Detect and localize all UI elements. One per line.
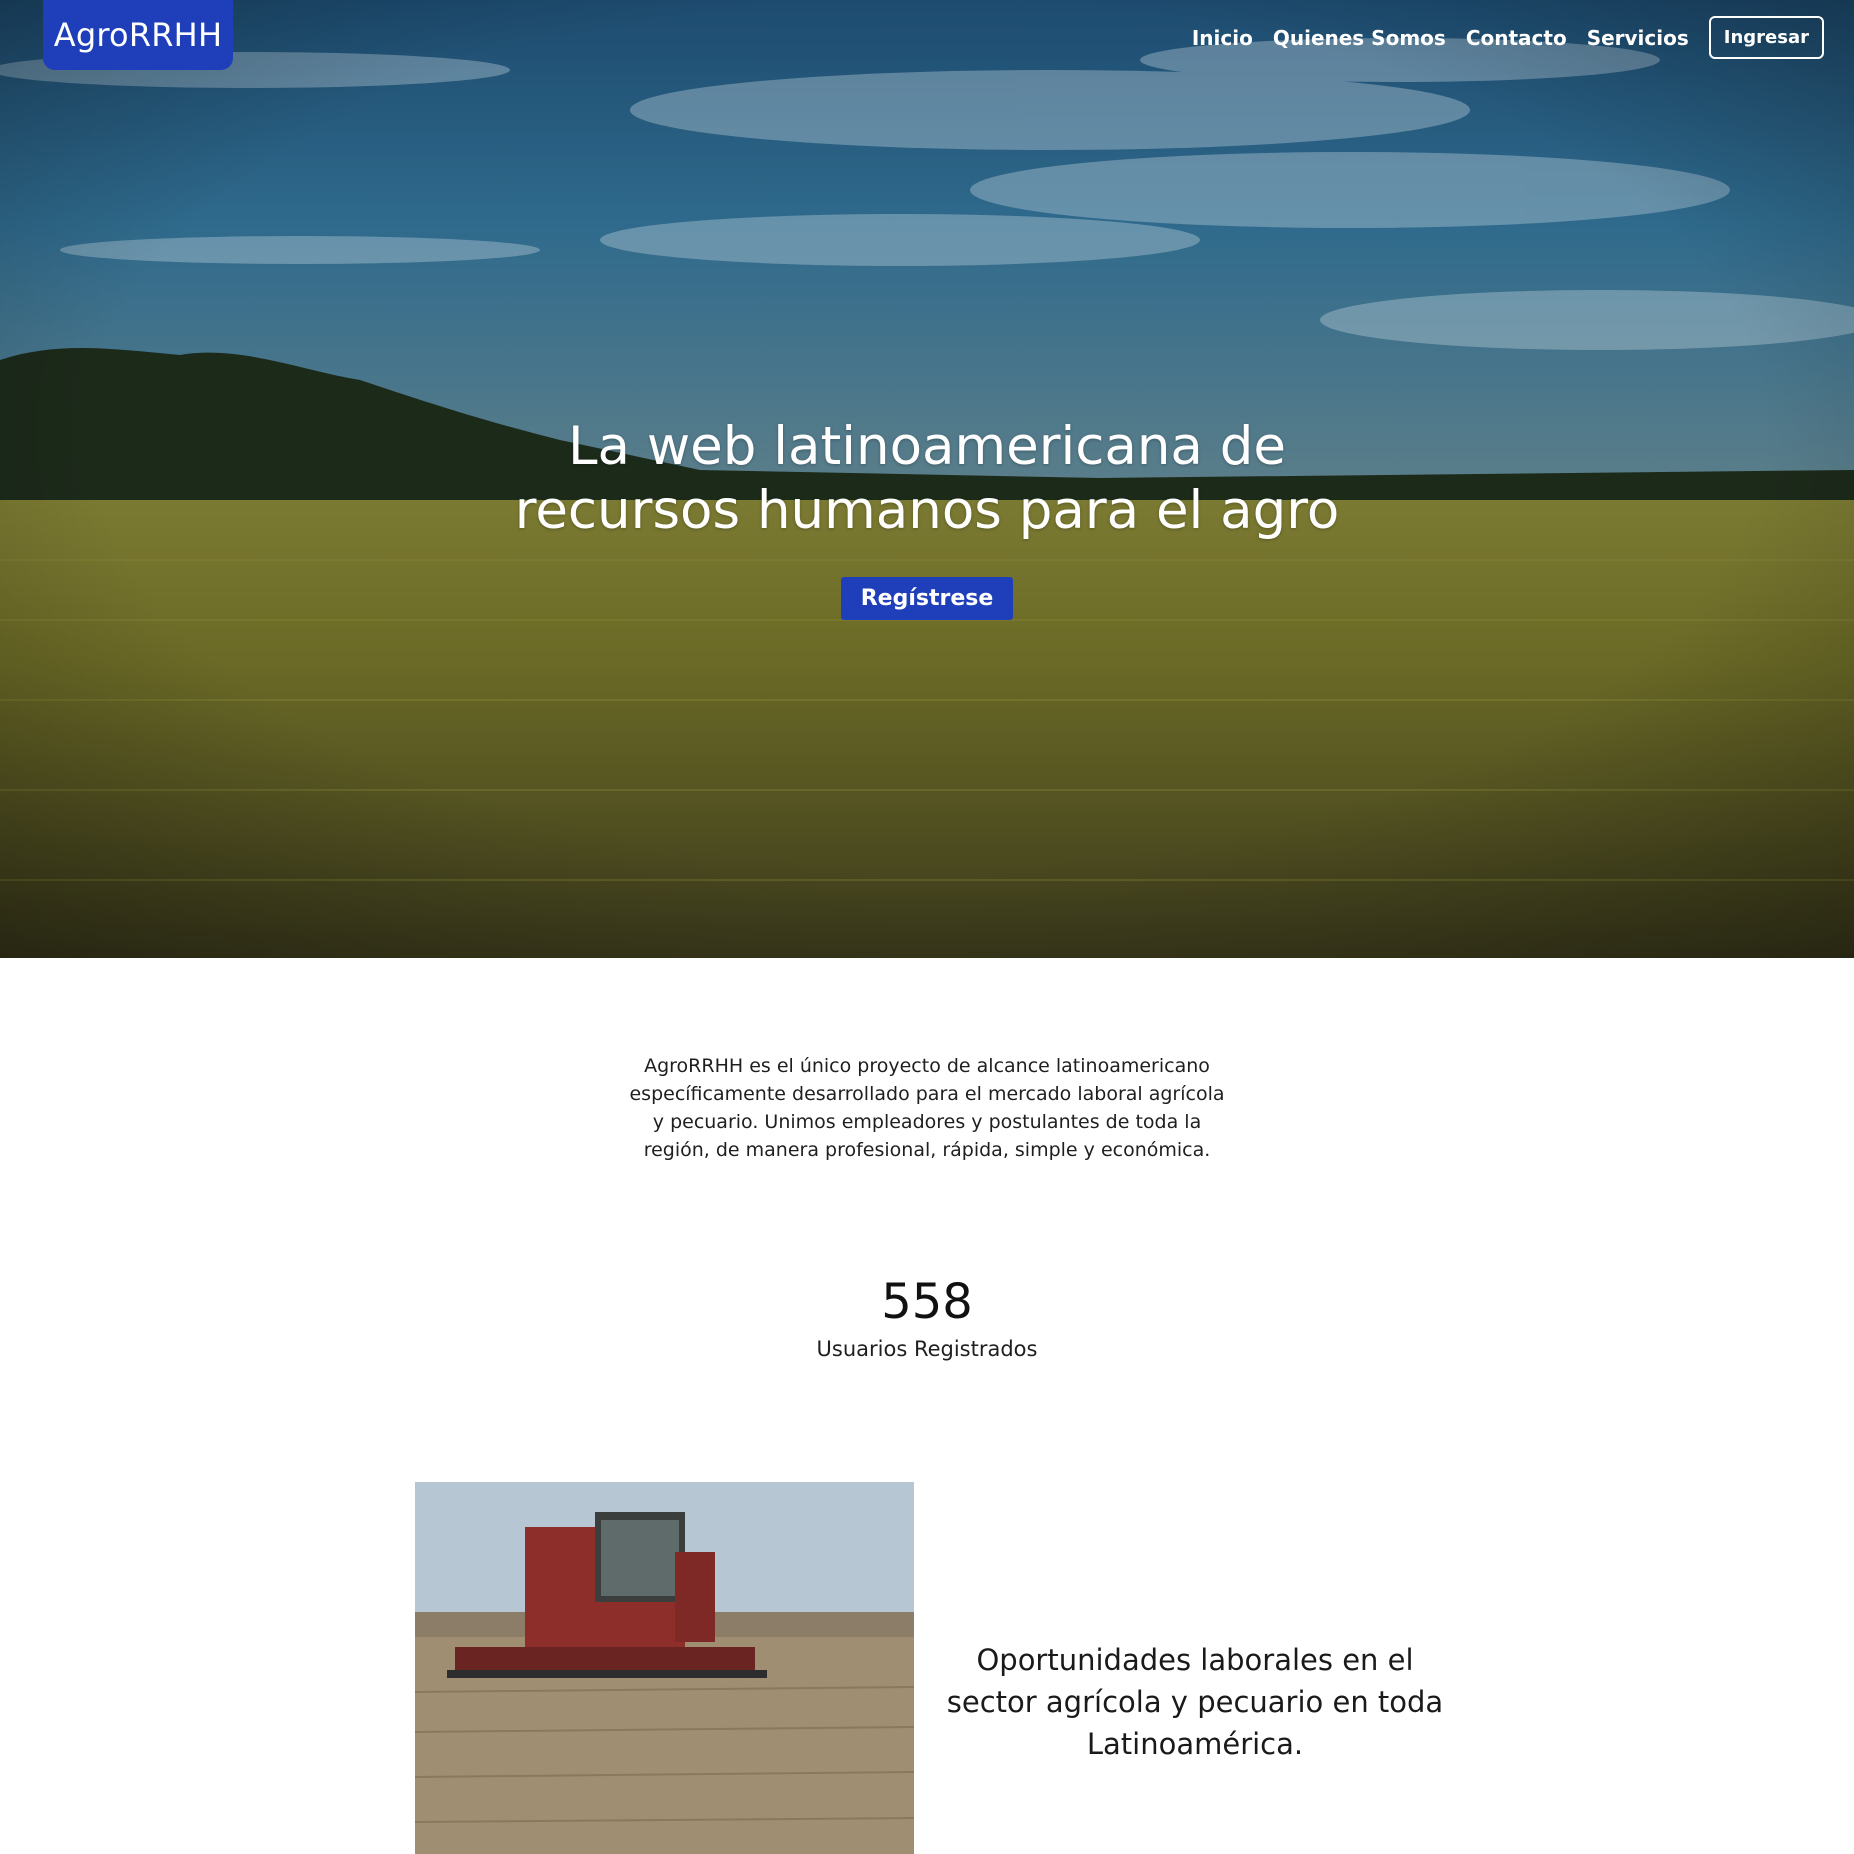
nav-link-inicio[interactable]: Inicio: [1192, 26, 1253, 50]
registered-users-label: Usuarios Registrados: [816, 1337, 1038, 1361]
register-button[interactable]: Regístrese: [840, 577, 1014, 620]
nav-link-contacto[interactable]: Contacto: [1466, 26, 1567, 50]
combine-harvester-illustration: [415, 1482, 914, 1854]
login-button[interactable]: Ingresar: [1708, 16, 1824, 59]
main-nav: Inicio Quienes Somos Contacto Servicios …: [1192, 16, 1824, 59]
nav-link-servicios[interactable]: Servicios: [1587, 26, 1689, 50]
hero-content: La web latinoamericana de recursos human…: [0, 415, 1854, 620]
feature-section: Oportunidades laborales en el sector agr…: [415, 1482, 1455, 1854]
brand-name: AgroRRHH: [53, 16, 223, 54]
hero-section: AgroRRHH Inicio Quienes Somos Contacto S…: [0, 0, 1854, 958]
stats-section: 558 Usuarios Registrados: [0, 1270, 1854, 1364]
hero-title: La web latinoamericana de recursos human…: [514, 416, 1340, 541]
combine-harvester-image: [415, 1482, 914, 1854]
brand-logo[interactable]: AgroRRHH: [43, 0, 233, 70]
about-section: AgroRRHH es el único proyecto de alcance…: [0, 1052, 1854, 1164]
nav-link-quienes-somos[interactable]: Quienes Somos: [1273, 26, 1446, 50]
feature-text: Oportunidades laborales en el sector agr…: [946, 1643, 1444, 1761]
about-text: AgroRRHH es el único proyecto de alcance…: [629, 1055, 1225, 1161]
registered-users-count: 558: [881, 1274, 973, 1330]
